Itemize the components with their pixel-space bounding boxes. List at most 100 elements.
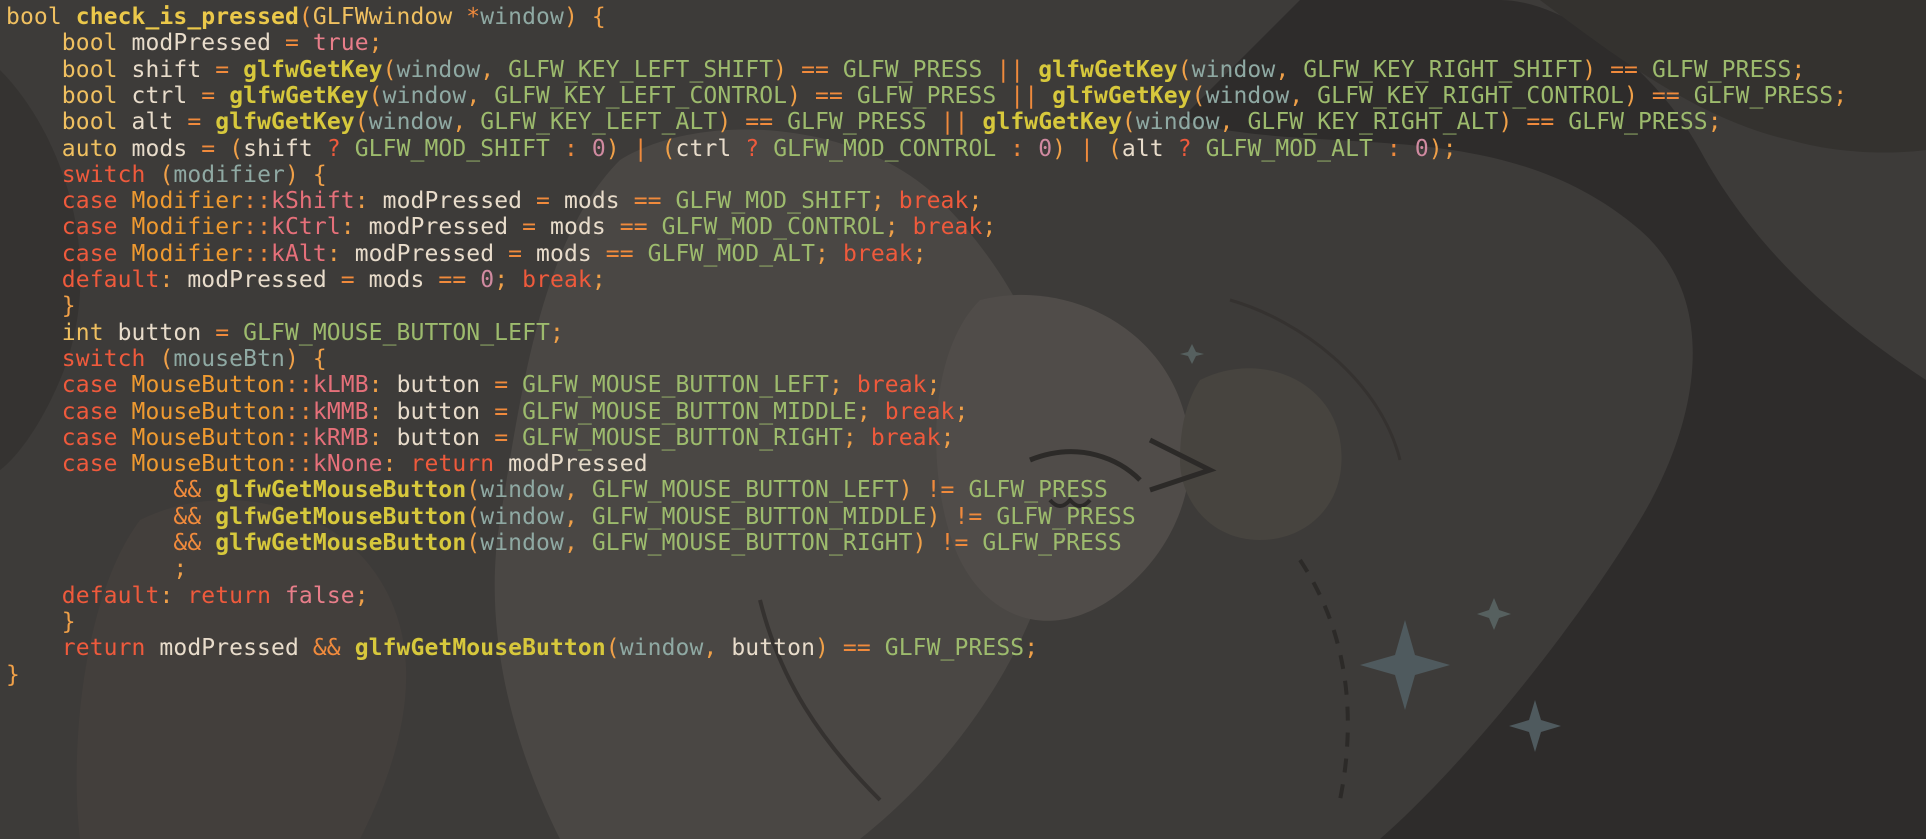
code-token: | — [619, 135, 662, 162]
code-token: ; — [926, 372, 941, 399]
code-token: window — [382, 82, 467, 109]
code-token: Modifier — [131, 188, 244, 215]
code-token: , — [563, 477, 592, 504]
code-token: ) — [1582, 56, 1597, 83]
code-token: ( — [382, 56, 397, 83]
code-token: kNone — [312, 451, 383, 478]
code-token: GLFW_PRESS — [968, 477, 1108, 504]
code-token: glfwGetKey — [1038, 56, 1178, 83]
code-token: mods — [536, 214, 620, 241]
code-token: 0 — [480, 267, 495, 293]
code-token: break — [912, 214, 983, 241]
code-token: ( — [661, 135, 676, 162]
code-token: GLFW_KEY_RIGHT_CONTROL — [1317, 82, 1625, 109]
code-token: alt — [117, 109, 188, 136]
code-token: : — [1372, 135, 1415, 162]
code-token: , — [480, 56, 509, 83]
code-token: ; — [870, 188, 885, 215]
code-token: ; — [828, 372, 843, 399]
code-token: : — [326, 240, 341, 267]
code-token: ; — [884, 214, 899, 241]
code-token: GLFW_PRESS — [842, 56, 983, 83]
code-token: ( — [466, 503, 481, 530]
code-token: : — [159, 582, 174, 609]
code-token: bool — [61, 109, 118, 136]
code-token: modPressed — [173, 267, 341, 293]
code-token: = — [522, 214, 537, 241]
code-token: , — [563, 530, 592, 556]
code-token: GLFW_KEY_RIGHT_ALT — [1247, 109, 1499, 136]
code-token: ( — [466, 530, 481, 556]
code-token: int — [61, 319, 104, 346]
code-token: ( — [1121, 109, 1136, 136]
code-token: window — [1205, 82, 1290, 109]
code-token: GLFW_MOD_ALT — [1205, 135, 1373, 162]
code-token: window — [619, 635, 704, 662]
code-token: bool — [61, 82, 118, 109]
code-token: == — [787, 56, 843, 83]
code-token: kShift — [271, 188, 355, 215]
code-token: kRMB — [312, 424, 369, 451]
code-token: ctrl — [117, 82, 202, 109]
code-token: check_is_pressed — [75, 4, 299, 30]
code-token: && — [312, 635, 341, 662]
code-token: button — [731, 635, 816, 662]
code-token: = — [494, 372, 509, 399]
code-token: || — [926, 109, 983, 136]
code-token: | — [1066, 135, 1108, 162]
code-token: ) — [773, 56, 788, 83]
code-token: 0 — [1038, 135, 1053, 162]
code-token: { — [577, 4, 606, 30]
code-token: case — [61, 398, 118, 425]
code-token: bool — [61, 56, 118, 83]
code-line: default: modPressed = mods == 0; break; — [6, 264, 606, 296]
code-token: GLFW_MOUSE_BUTTON_RIGHT — [591, 530, 913, 556]
code-token: window — [480, 503, 564, 530]
code-token: window — [480, 477, 564, 504]
code-line: } — [6, 659, 20, 691]
code-token: : — [340, 214, 355, 241]
code-token: switch — [61, 345, 146, 372]
code-token: return — [410, 451, 495, 478]
code-token: = — [215, 56, 230, 83]
code-token: ( — [229, 135, 244, 162]
code-token: } — [61, 293, 76, 320]
code-token: default — [61, 582, 160, 609]
code-token: button — [382, 424, 495, 451]
code-token: != — [912, 477, 969, 504]
code-token: : — [368, 424, 383, 451]
code-token: ; — [1833, 82, 1848, 109]
code-token: = — [215, 319, 230, 346]
code-token: , — [703, 635, 732, 662]
code-line: return modPressed && glfwGetMouseButton(… — [6, 632, 1038, 664]
code-token: true — [312, 30, 369, 57]
code-editor[interactable]: bool check_is_pressed(GLFWwindow *window… — [0, 0, 1926, 839]
code-token: glfwGetKey — [1052, 82, 1192, 109]
code-token: : — [368, 398, 383, 425]
code-token: ( — [1177, 56, 1192, 83]
code-token: glfwGetKey — [982, 109, 1122, 136]
code-token: break — [842, 240, 913, 267]
code-token: : — [354, 188, 369, 215]
code-token: return — [187, 582, 272, 609]
